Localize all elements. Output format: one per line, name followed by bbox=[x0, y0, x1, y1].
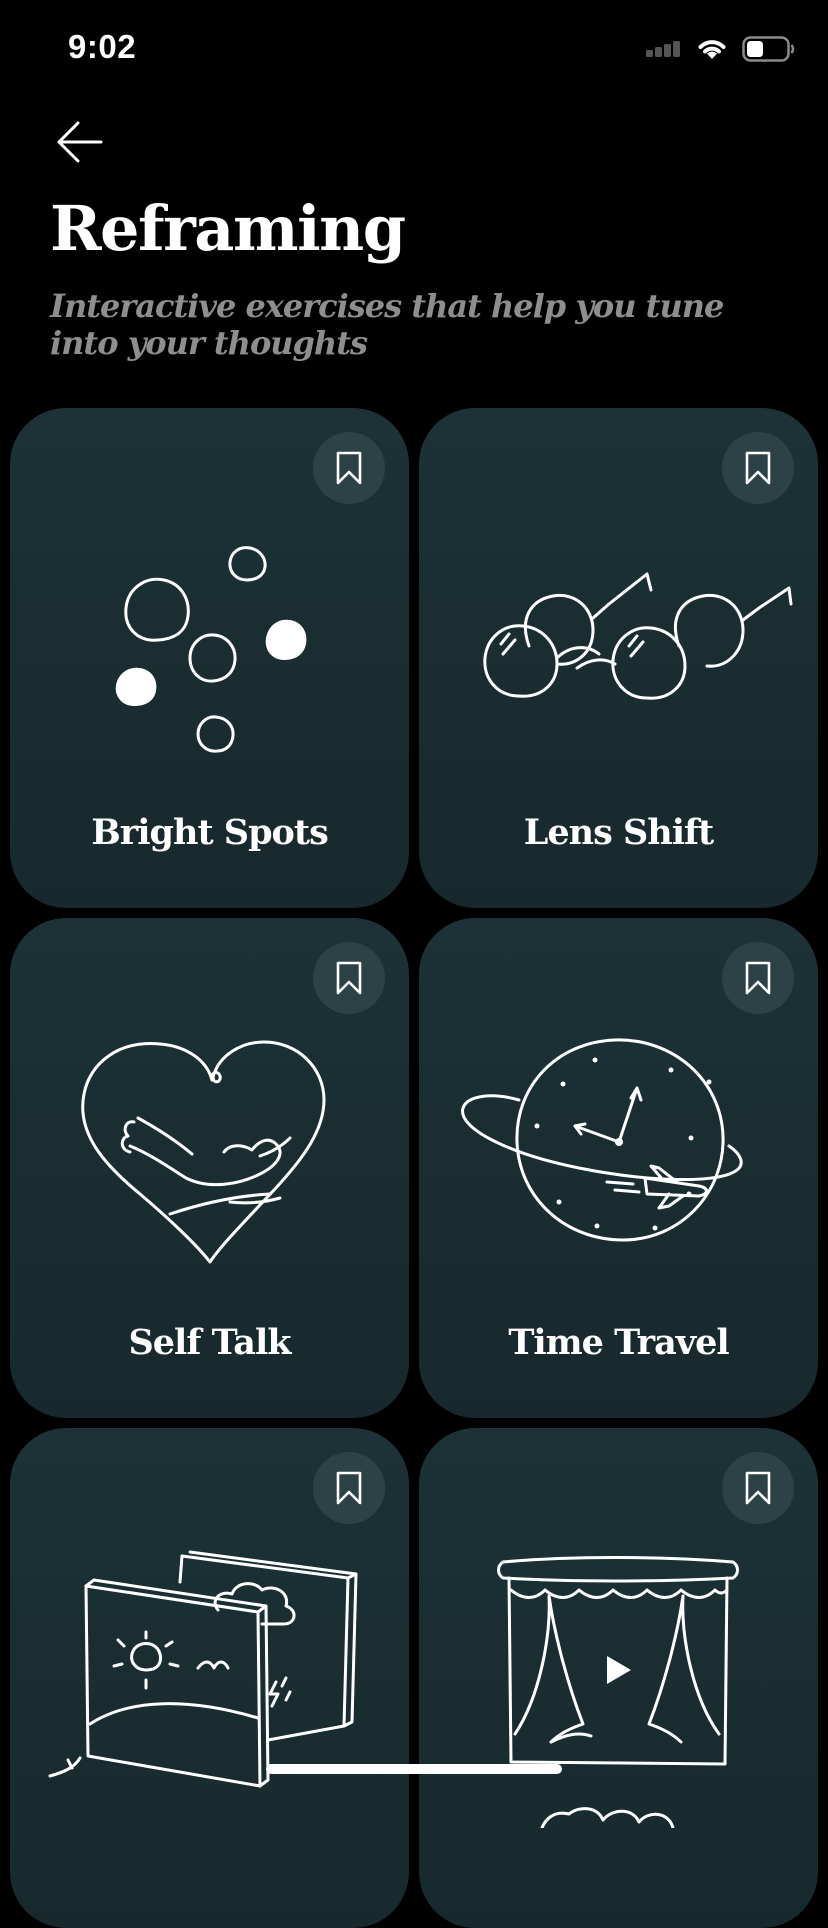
exercise-card-time-travel[interactable]: Time Travel bbox=[419, 918, 818, 1418]
exercise-card-weather-frames[interactable] bbox=[10, 1428, 409, 1928]
wifi-icon bbox=[698, 40, 726, 59]
card-label: Self Talk bbox=[128, 1322, 291, 1363]
bookmark-button[interactable] bbox=[722, 942, 794, 1014]
exercise-card-lens-shift[interactable]: Lens Shift bbox=[419, 408, 818, 908]
bookmark-icon bbox=[336, 961, 362, 995]
card-label: Time Travel bbox=[508, 1322, 729, 1363]
bookmark-icon bbox=[745, 961, 771, 995]
bookmark-icon bbox=[336, 1471, 362, 1505]
heart-hug-icon bbox=[81, 1040, 326, 1264]
back-button[interactable] bbox=[50, 112, 110, 172]
exercise-card-self-talk[interactable]: Self Talk bbox=[10, 918, 409, 1418]
page-title: Reframing bbox=[50, 192, 406, 265]
card-label: Lens Shift bbox=[523, 812, 714, 853]
bookmark-icon bbox=[745, 1471, 771, 1505]
bookmark-icon bbox=[745, 451, 771, 485]
bookmark-button[interactable] bbox=[722, 1452, 794, 1524]
weather-frames-icon bbox=[48, 1550, 358, 1788]
page-subtitle: Interactive exercises that help you tune… bbox=[50, 287, 724, 362]
clock-planet-icon bbox=[461, 1038, 743, 1242]
status-icons bbox=[646, 34, 796, 64]
home-indicator[interactable] bbox=[266, 1764, 562, 1774]
glasses-icon bbox=[483, 572, 793, 700]
bookmark-button[interactable] bbox=[313, 942, 385, 1014]
dots-icon bbox=[115, 546, 307, 753]
exercise-card-bright-spots[interactable]: Bright Spots bbox=[10, 408, 409, 908]
arrow-left-icon bbox=[57, 121, 103, 163]
exercise-card-theater[interactable] bbox=[419, 1428, 818, 1928]
status-time: 9:02 bbox=[68, 28, 137, 65]
theater-icon bbox=[497, 1556, 739, 1828]
status-bar: 9:02 bbox=[0, 0, 828, 100]
bookmark-icon bbox=[336, 451, 362, 485]
cellular-signal-icon bbox=[646, 41, 680, 57]
bookmark-button[interactable] bbox=[722, 432, 794, 504]
bookmark-button[interactable] bbox=[313, 1452, 385, 1524]
card-label: Bright Spots bbox=[91, 812, 329, 853]
battery-icon bbox=[742, 36, 795, 62]
bookmark-button[interactable] bbox=[313, 432, 385, 504]
